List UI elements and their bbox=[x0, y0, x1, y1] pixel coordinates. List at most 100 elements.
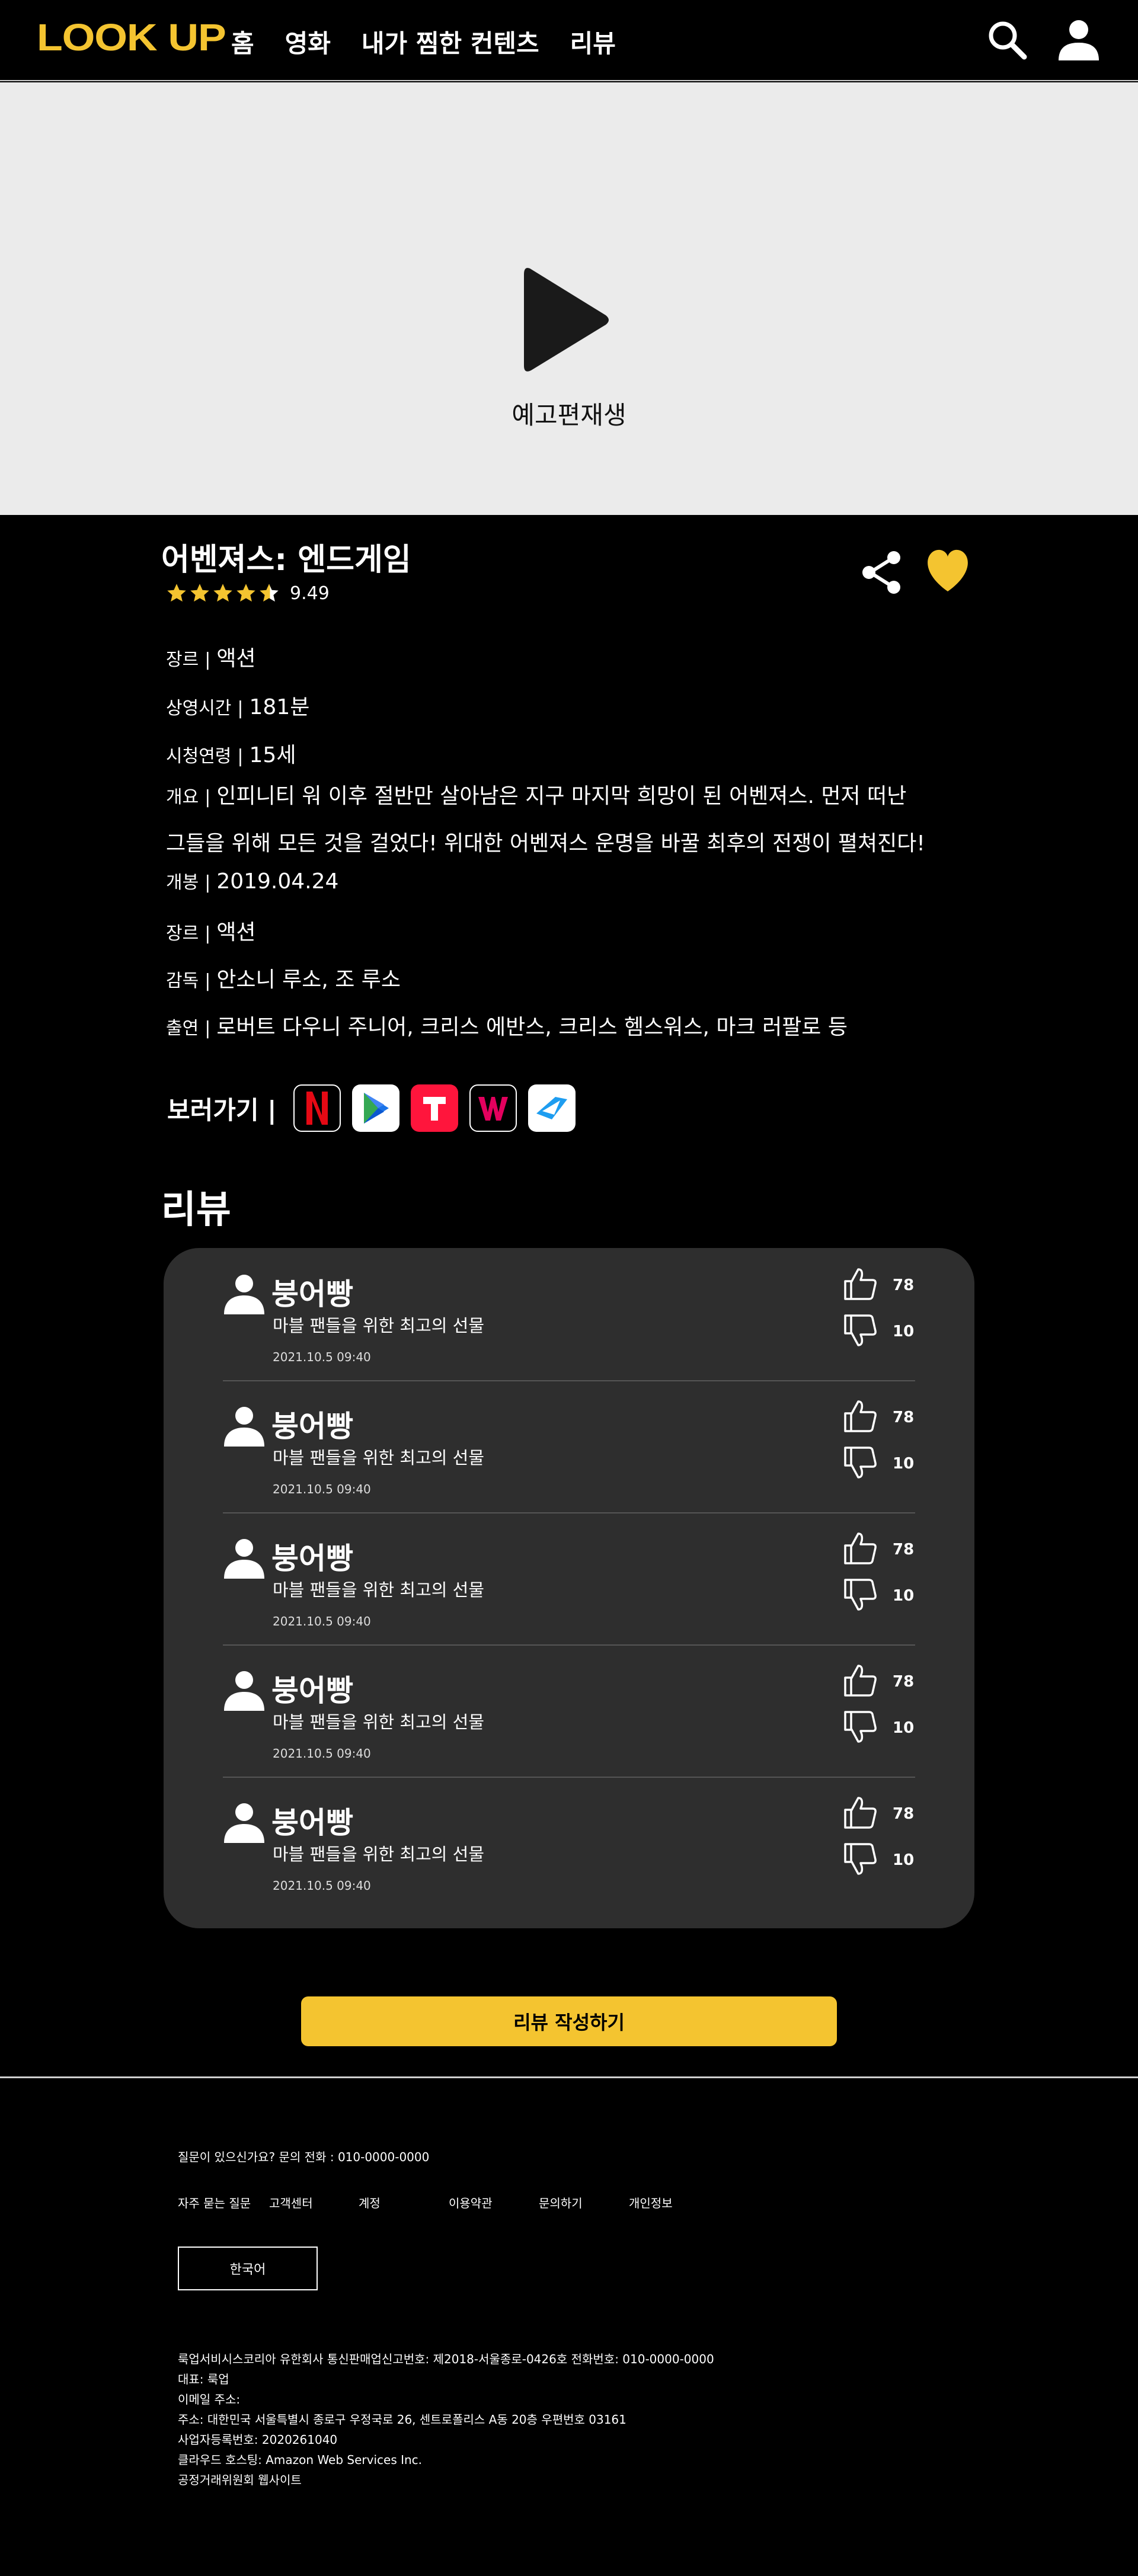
half-star-icon bbox=[260, 584, 279, 602]
footer-link-terms[interactable]: 이용약관 bbox=[449, 2194, 493, 2211]
reviews-list: 붕어빵 마블 팬들을 위한 최고의 선물 2021.10.5 09:40 78 … bbox=[164, 1248, 974, 1928]
dislike-count: 10 bbox=[893, 1587, 915, 1605]
info-synopsis: 개요 | 인피니티 워 이후 절반만 살아남은 지구 마지막 희망이 된 어벤져스.… bbox=[166, 784, 907, 808]
info-release: 개봉 | 2019.04.24 bbox=[166, 869, 339, 894]
reviewer-name: 붕어빵 bbox=[271, 1277, 353, 1311]
thumbs-up-icon[interactable] bbox=[843, 1531, 878, 1566]
like-count: 78 bbox=[893, 1541, 915, 1559]
star-icon bbox=[167, 584, 186, 602]
like-count: 78 bbox=[893, 1409, 915, 1426]
heart-icon[interactable] bbox=[923, 548, 972, 595]
trailer-label: 예고편재생 bbox=[512, 401, 626, 430]
user-avatar-icon bbox=[224, 1671, 264, 1711]
company-line: 클라우드 호스팅: Amazon Web Services Inc. bbox=[178, 2453, 423, 2467]
review-text: 마블 팬들을 위한 최고의 선물 bbox=[273, 1580, 485, 1600]
watch-label: 보러가기 | bbox=[167, 1095, 277, 1125]
dislike-count: 10 bbox=[893, 1455, 915, 1473]
review-date: 2021.10.5 09:40 bbox=[273, 1350, 371, 1364]
review-date: 2021.10.5 09:40 bbox=[273, 1614, 371, 1628]
review-item: 붕어빵 마블 팬들을 위한 최고의 선물 2021.10.5 09:40 78 … bbox=[223, 1777, 915, 1909]
language-select[interactable]: 한국어 bbox=[178, 2247, 318, 2290]
reviewer-name: 붕어빵 bbox=[271, 1409, 353, 1444]
user-avatar-icon bbox=[224, 1407, 264, 1447]
reviewer-name: 붕어빵 bbox=[271, 1673, 353, 1708]
user-avatar-icon bbox=[224, 1803, 264, 1843]
top-header: LOOK UP 홈 영화 내가 찜한 컨텐츠 리뷰 bbox=[0, 0, 1138, 81]
footer-link-privacy[interactable]: 개인정보 bbox=[629, 2194, 673, 2211]
thumbs-up-icon[interactable] bbox=[843, 1267, 878, 1301]
company-line: 이메일 주소: bbox=[178, 2392, 241, 2407]
star-rating: 9.49 bbox=[166, 583, 330, 604]
company-line: 룩업서비시스코리아 유한회사 통신판매업신고번호: 제2018-서울종로-042… bbox=[178, 2352, 714, 2366]
company-line: 주소: 대한민국 서울특별시 종로구 우정국로 26, 센트로폴리스 A동 20… bbox=[178, 2412, 626, 2427]
nav-reviews[interactable]: 리뷰 bbox=[570, 24, 616, 60]
reviewer-name: 붕어빵 bbox=[271, 1806, 353, 1840]
thumbs-up-icon[interactable] bbox=[843, 1399, 878, 1433]
footer-divider bbox=[0, 2076, 1138, 2078]
user-icon[interactable] bbox=[1055, 17, 1102, 64]
write-review-button[interactable]: 리뷰 작성하기 bbox=[301, 1996, 837, 2046]
watch-on: 보러가기 | bbox=[167, 1084, 587, 1132]
nav-movies[interactable]: 영화 bbox=[285, 24, 331, 60]
nav-home[interactable]: 홈 bbox=[231, 24, 254, 60]
review-text: 마블 팬들을 위한 최고의 선물 bbox=[273, 1316, 485, 1336]
dislike-count: 10 bbox=[893, 1851, 915, 1869]
trailer-player[interactable]: 예고편재생 bbox=[0, 82, 1138, 515]
reviews-heading: 리뷰 bbox=[161, 1188, 231, 1232]
wavve-icon[interactable] bbox=[469, 1084, 517, 1132]
dislike-count: 10 bbox=[893, 1719, 915, 1737]
star-icon bbox=[213, 584, 232, 602]
info-cast: 출연 | 로버트 다우니 주니어, 크리스 에반스, 크리스 헴스워스, 마크 러팔… bbox=[166, 1015, 848, 1039]
reviewer-name: 붕어빵 bbox=[271, 1541, 353, 1576]
thumbs-up-icon[interactable] bbox=[843, 1796, 878, 1830]
rating-score: 9.49 bbox=[290, 583, 330, 604]
review-text: 마블 팬들을 위한 최고의 선물 bbox=[273, 1448, 485, 1468]
review-text: 마블 팬들을 위한 최고의 선물 bbox=[273, 1712, 485, 1732]
movie-title: 어벤져스: 엔드게임 bbox=[161, 542, 411, 578]
thumbs-down-icon[interactable] bbox=[843, 1445, 878, 1480]
main-nav: 홈 영화 내가 찜한 컨텐츠 리뷰 bbox=[231, 24, 647, 60]
thumbs-up-icon[interactable] bbox=[843, 1663, 878, 1698]
google-play-icon[interactable] bbox=[351, 1084, 399, 1132]
review-item: 붕어빵 마블 팬들을 위한 최고의 선물 2021.10.5 09:40 78 … bbox=[223, 1512, 915, 1644]
company-line: 대표: 룩업 bbox=[178, 2372, 229, 2386]
thumbs-down-icon[interactable] bbox=[843, 1577, 878, 1612]
star-icon bbox=[236, 584, 255, 602]
like-count: 78 bbox=[893, 1673, 915, 1691]
share-icon[interactable] bbox=[859, 550, 904, 595]
tving-icon[interactable] bbox=[410, 1084, 458, 1132]
footer-link-account[interactable]: 계정 bbox=[359, 2194, 381, 2211]
footer-link-support[interactable]: 고객센터 bbox=[269, 2194, 313, 2211]
netflix-icon[interactable] bbox=[293, 1084, 341, 1132]
info-synopsis-cont: 그들을 위해 모든 것을 걸었다! 위대한 어벤져스 운명을 바꿀 최후의 전쟁… bbox=[166, 831, 925, 856]
footer-link-faq[interactable]: 자주 묻는 질문 bbox=[178, 2194, 251, 2211]
review-date: 2021.10.5 09:40 bbox=[273, 1879, 371, 1893]
review-date: 2021.10.5 09:40 bbox=[273, 1482, 371, 1496]
search-icon[interactable] bbox=[984, 17, 1031, 64]
thumbs-down-icon[interactable] bbox=[843, 1710, 878, 1744]
play-icon[interactable] bbox=[522, 264, 610, 376]
review-text: 마블 팬들을 위한 최고의 선물 bbox=[273, 1844, 485, 1864]
footer-contact: 질문이 있으신가요? 문의 전화 : 010-0000-0000 bbox=[178, 2150, 430, 2164]
thumbs-down-icon[interactable] bbox=[843, 1313, 878, 1348]
company-line: 사업자등록번호: 2020261040 bbox=[178, 2433, 338, 2447]
company-line[interactable]: 공정거래위원회 웹사이트 bbox=[178, 2470, 714, 2490]
naver-series-icon[interactable] bbox=[528, 1084, 576, 1132]
info-director: 감독 | 안소니 루소, 조 루소 bbox=[166, 968, 401, 992]
nav-my-list[interactable]: 내가 찜한 컨텐츠 bbox=[362, 24, 539, 60]
user-avatar-icon bbox=[224, 1275, 264, 1314]
like-count: 78 bbox=[893, 1805, 915, 1823]
info-genre-2: 장르 | 액션 bbox=[166, 920, 256, 945]
review-item: 붕어빵 마블 팬들을 위한 최고의 선물 2021.10.5 09:40 78 … bbox=[223, 1248, 915, 1380]
thumbs-down-icon[interactable] bbox=[843, 1842, 878, 1876]
review-item: 붕어빵 마블 팬들을 위한 최고의 선물 2021.10.5 09:40 78 … bbox=[223, 1380, 915, 1512]
company-info: 룩업서비시스코리아 유한회사 통신판매업신고번호: 제2018-서울종로-042… bbox=[178, 2349, 714, 2490]
footer-link-contact[interactable]: 문의하기 bbox=[539, 2194, 583, 2211]
info-age-rating: 시청연령 | 15세 bbox=[166, 743, 296, 767]
user-avatar-icon bbox=[224, 1539, 264, 1579]
logo[interactable]: LOOK UP bbox=[37, 15, 226, 59]
like-count: 78 bbox=[893, 1276, 915, 1294]
star-icon bbox=[190, 584, 209, 602]
review-item: 붕어빵 마블 팬들을 위한 최고의 선물 2021.10.5 09:40 78 … bbox=[223, 1644, 915, 1777]
dislike-count: 10 bbox=[893, 1323, 915, 1340]
